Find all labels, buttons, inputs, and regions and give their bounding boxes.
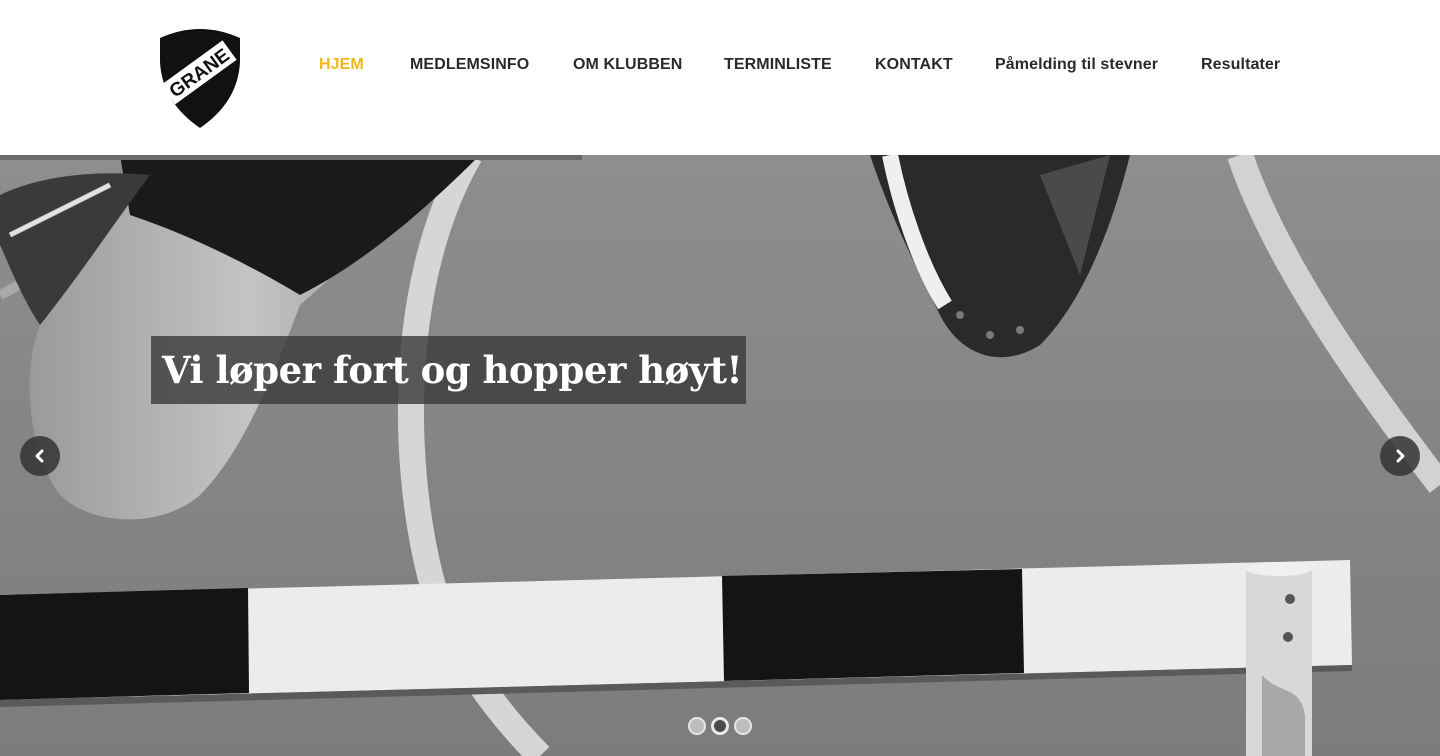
nav-item-terminliste[interactable]: TERMINLISTE bbox=[724, 54, 832, 76]
shield-logo-icon: GRANE bbox=[160, 29, 240, 128]
hurdle-photo bbox=[0, 155, 1440, 756]
nav-item-pamelding[interactable]: Påmelding til stevner bbox=[995, 54, 1158, 76]
prev-slide-button[interactable] bbox=[20, 436, 60, 476]
nav-item-om-klubben[interactable]: OM KLUBBEN bbox=[573, 54, 682, 76]
site-header: GRANE HJEM MEDLEMSINFO OM KLUBBEN TERMIN… bbox=[0, 0, 1440, 155]
club-logo[interactable]: GRANE bbox=[158, 22, 242, 130]
nav-item-resultater[interactable]: Resultater bbox=[1201, 54, 1280, 76]
slide-dot-2[interactable] bbox=[711, 717, 729, 735]
nav-item-kontakt[interactable]: KONTAKT bbox=[875, 54, 953, 76]
slide-dot-3[interactable] bbox=[734, 717, 752, 735]
hero-slider: Vi løper fort og hopper høyt! bbox=[0, 155, 1440, 756]
nav-item-hjem[interactable]: HJEM bbox=[319, 54, 364, 76]
next-slide-button[interactable] bbox=[1380, 436, 1420, 476]
slide-progress-bar bbox=[0, 155, 582, 160]
nav-item-medlemsinfo[interactable]: MEDLEMSINFO bbox=[410, 54, 529, 76]
slide-dot-1[interactable] bbox=[688, 717, 706, 735]
slide-caption: Vi løper fort og hopper høyt! bbox=[151, 336, 746, 404]
chevron-right-icon bbox=[1396, 449, 1405, 463]
chevron-left-icon bbox=[35, 449, 44, 463]
